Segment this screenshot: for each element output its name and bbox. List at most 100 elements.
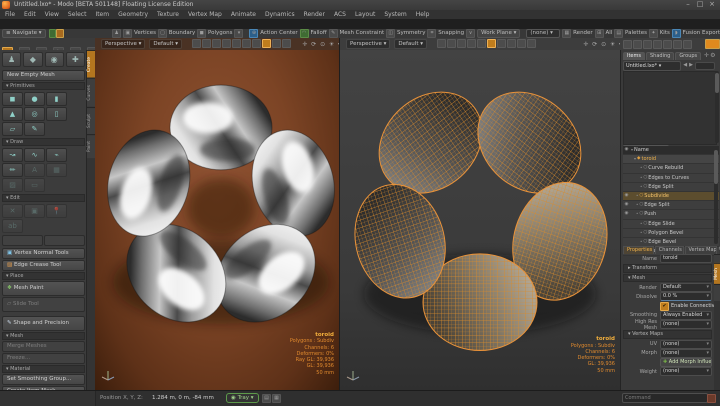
add-item-camera-icon[interactable]	[653, 40, 662, 49]
sphere-primitive-icon[interactable]: ●	[24, 92, 45, 106]
work-plane-button[interactable]: Work Plane ▾	[477, 29, 520, 38]
snapping-button[interactable]: ⌗ Snapping	[427, 29, 464, 38]
menu-select[interactable]: Select	[68, 11, 87, 18]
bezier-draw-icon[interactable]: ∿	[24, 148, 45, 162]
add-item-texture-icon[interactable]	[673, 40, 682, 49]
ops-row-edge-slide[interactable]: •○Edge Slide	[623, 220, 719, 229]
vp-right-shade-icon-4[interactable]	[467, 39, 476, 48]
place-section-header[interactable]: ▾ Place	[2, 272, 85, 280]
tab-vertex-map[interactable]: Vertex Map	[685, 246, 717, 254]
falloff-button[interactable]: ◠ Falloff	[300, 29, 327, 38]
maximize-button[interactable]: □	[694, 0, 706, 10]
grid-toggle-icon[interactable]: ▤	[262, 394, 271, 403]
add-item-locator-icon[interactable]	[663, 40, 672, 49]
vp-left-shade-icon-2[interactable]	[202, 39, 211, 48]
tab-shading[interactable]: Shading	[646, 52, 674, 60]
viewport-right[interactable]: toroid Polygons : Subdiv Channels: 6 Def…	[340, 50, 620, 390]
vp-left-shade-icon-10[interactable]	[282, 39, 291, 48]
heal-tools-button[interactable]	[44, 235, 85, 246]
capsule-primitive-icon[interactable]: ▯	[46, 107, 67, 121]
curve-tools-button[interactable]	[2, 235, 43, 246]
edge-crease-tool-button[interactable]: ▨ Edge Crease Tool	[2, 260, 85, 271]
toolbox-tab-curves[interactable]: Curves	[87, 78, 95, 107]
palettes-button[interactable]: ▤ Palettes	[614, 29, 647, 38]
vp-left-light-icon[interactable]: ☀	[329, 41, 334, 48]
vp-left-raygl-icon[interactable]	[262, 39, 271, 48]
ops-row-toroid[interactable]: ▾◆toroid	[623, 155, 719, 164]
material-section-header[interactable]: ▾ Material	[2, 365, 85, 373]
falloff-shape-icon[interactable]: ∨	[466, 29, 475, 38]
list-zoom-slider[interactable]	[695, 62, 715, 70]
viewport-left-style-dropdown[interactable]: Default ▾	[149, 39, 182, 49]
vp-right-orbit-icon[interactable]: ⟳	[592, 41, 597, 48]
ops-row-edge-split-2[interactable]: ◉•○Edge Split	[623, 201, 719, 210]
skeleton-preset-icon[interactable]: ✚	[66, 52, 85, 67]
vp-right-pan-icon[interactable]: ✛	[584, 41, 589, 48]
sketch-draw-icon[interactable]: ✏	[2, 163, 23, 177]
color-swatch[interactable]	[705, 39, 720, 49]
tab-properties[interactable]: Properties	[623, 246, 654, 254]
text-tool-icon[interactable]: A	[24, 163, 45, 177]
uv-overlay-icon[interactable]	[56, 29, 64, 38]
item-list-empty-area[interactable]	[623, 71, 717, 145]
props-vtab-blank-2[interactable]	[714, 284, 720, 301]
vp-left-shade-icon-5[interactable]	[232, 39, 241, 48]
add-item-person-icon[interactable]	[623, 40, 632, 49]
edit-section-header[interactable]: ▾ Edit	[2, 194, 85, 202]
command-input[interactable]	[622, 393, 708, 403]
cylinder-primitive-icon[interactable]: ▮	[46, 92, 67, 106]
weight-dropdown[interactable]: (none)▾	[660, 367, 712, 376]
mode-options-dropdown[interactable]: ▾	[234, 29, 243, 38]
merge-meshes-button[interactable]: Merge Meshes	[2, 341, 85, 352]
ops-row-polygon-bevel[interactable]: •○Polygon Bevel	[623, 229, 719, 238]
delete-edit-icon[interactable]: ✕	[2, 204, 23, 218]
cube-primitive-icon[interactable]: ◼	[2, 92, 23, 106]
navigate-button[interactable]: ≡ Navigate ▾	[2, 29, 46, 38]
tray-button[interactable]: ◉ Tray ▾	[226, 393, 259, 403]
menu-layout[interactable]: Layout	[355, 11, 375, 18]
vp-right-light-icon[interactable]: ☀	[610, 41, 615, 48]
uv-dropdown[interactable]: (none)▾	[660, 340, 712, 349]
mesh-section-header[interactable]: ▾ Mesh	[2, 332, 85, 340]
prev-scene-icon[interactable]: ◀	[683, 61, 687, 69]
menu-system[interactable]: System	[384, 11, 406, 18]
vp-right-shade-icon-1[interactable]	[437, 39, 446, 48]
kits-button[interactable]: ✦ Kits	[649, 29, 670, 38]
panel-gear-icon[interactable]: ⚙	[710, 52, 715, 60]
vp-right-zoom-icon[interactable]: ⊙	[601, 41, 606, 48]
menu-help[interactable]: Help	[416, 11, 430, 18]
cube-edit-icon[interactable]: ▣	[24, 204, 45, 218]
ops-list-scrollbar[interactable]	[714, 146, 718, 244]
boundary-mode-button[interactable]: ▢ Boundary	[158, 29, 195, 38]
freeze-button[interactable]: Freeze...	[2, 353, 85, 364]
menu-file[interactable]: File	[5, 11, 15, 18]
add-item-mesh-icon[interactable]	[633, 40, 642, 49]
vp-left-shade-icon-7[interactable]	[252, 39, 261, 48]
menu-view[interactable]: View	[45, 11, 59, 18]
viewport-left[interactable]: toroid Polygons : Subdiv Channels: 6 Def…	[95, 50, 339, 390]
tab-channels[interactable]: Channels	[655, 246, 684, 254]
props-vtab-blank-1[interactable]	[714, 254, 720, 263]
vp-right-shade-icon-8[interactable]	[507, 39, 516, 48]
slide-tool-button[interactable]: ▱ Slide Tool	[2, 297, 85, 312]
vp-left-shade-icon-3[interactable]	[212, 39, 221, 48]
symmetry-button[interactable]: ◫ Symmetry	[386, 29, 425, 38]
props-vtab-mesh[interactable]: Mesh	[714, 263, 720, 284]
vp-left-orbit-icon[interactable]: ⟳	[311, 41, 316, 48]
viewport-right-camera-dropdown[interactable]: Perspective ▾	[346, 39, 390, 49]
vp-left-zoom-icon[interactable]: ⊙	[320, 41, 325, 48]
morph-dropdown[interactable]: (none)▾	[660, 349, 712, 358]
vp-left-shade-icon-1[interactable]	[192, 39, 201, 48]
items-mode-icon[interactable]: ♟	[112, 29, 121, 38]
render-dropdown[interactable]: Default▾	[660, 283, 712, 292]
menu-acs[interactable]: ACS	[334, 11, 346, 18]
command-history-icon[interactable]	[707, 394, 716, 403]
mesh-constraint-button[interactable]: ✎ Mesh Constraint	[329, 29, 385, 38]
set-smoothing-group-button[interactable]: Set Smoothing Group...	[2, 374, 85, 385]
curve-draw-icon[interactable]: ↝	[2, 148, 23, 162]
next-scene-icon[interactable]: ▶	[689, 61, 693, 69]
tab-items[interactable]: Items	[623, 52, 645, 60]
vp-left-shade-icon-4[interactable]	[222, 39, 231, 48]
vp-left-pan-icon[interactable]: ✛	[303, 41, 308, 48]
torus-primitive-icon[interactable]: ◎	[24, 107, 45, 121]
